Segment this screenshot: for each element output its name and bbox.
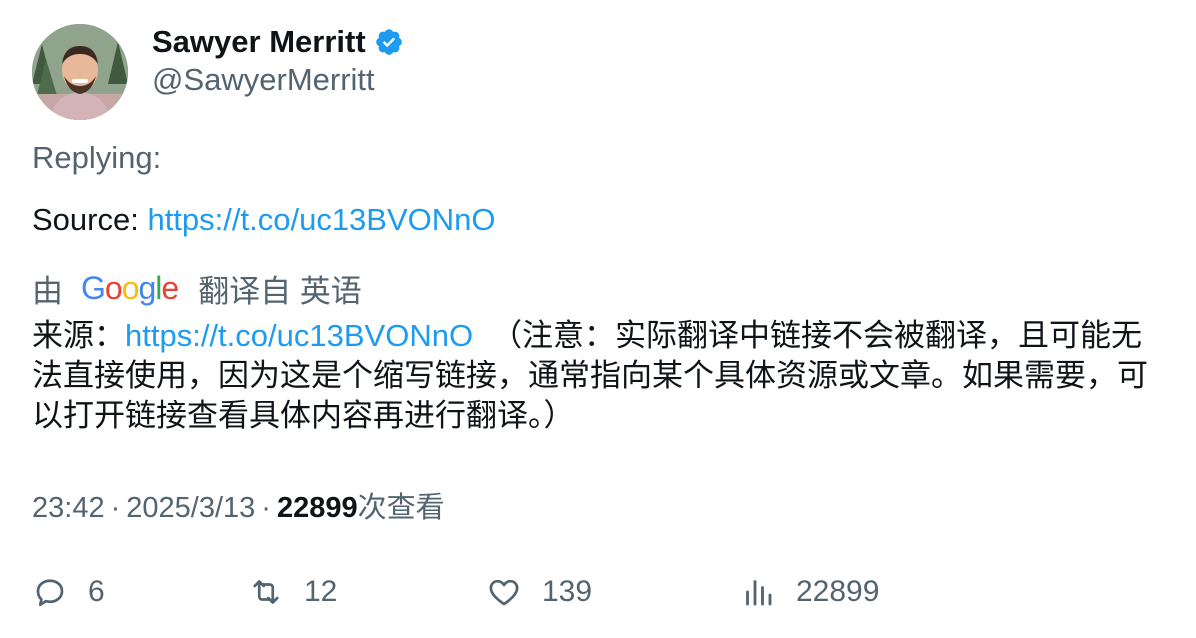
source-label: Source: [32,202,148,237]
reply-icon [36,579,64,607]
analytics-icon [746,580,772,606]
translated-by-row: 由 Google 翻译自 英语 [32,266,362,310]
views-label: 次查看 [357,492,445,524]
meta-separator: · [110,492,121,524]
action-bar: 6 12 139 22899 [32,566,1172,618]
google-logo[interactable]: Google [81,270,179,307]
tweet-time[interactable]: 23:42 [32,492,105,524]
like-button[interactable]: 139 [486,566,592,618]
translated-source-label: 来源： [32,318,125,354]
author-handle[interactable]: @SawyerMerritt [152,62,375,98]
reply-button[interactable]: 6 [32,566,105,618]
like-count: 139 [542,575,593,608]
heart-icon [489,579,519,606]
avatar[interactable] [32,24,128,120]
author-display-name[interactable]: Sawyer Merritt [152,24,366,60]
views-action-count: 22899 [796,575,880,608]
author-name-row: Sawyer Merritt [152,22,404,62]
retweet-icon [253,580,279,604]
retweet-count: 12 [304,575,338,608]
source-link[interactable]: https://t.co/uc13BVONnO [147,202,495,237]
verified-badge-icon [374,27,404,57]
tweet-text: Source: https://t.co/uc13BVONnO [32,202,496,238]
reply-count: 6 [88,575,105,608]
translated-by-prefix: 由 [32,273,63,309]
tweet-meta: 23:42 · 2025/3/13 · 22899次查看 [32,484,445,526]
translated-text: 来源：https://t.co/uc13BVONnO （注意：实际翻译中链接不会被… [32,316,1152,436]
tweet-date[interactable]: 2025/3/13 [126,492,255,524]
translated-source-link[interactable]: https://t.co/uc13BVONnO [125,318,473,353]
translated-from-label: 翻译自 英语 [198,273,362,309]
replying-label: Replying: [32,140,162,175]
meta-separator-2: · [261,492,271,524]
views-count: 22899 [276,492,358,524]
retweet-button[interactable]: 12 [248,566,337,618]
avatar-photo [32,24,128,120]
views-button[interactable]: 22899 [740,566,879,618]
